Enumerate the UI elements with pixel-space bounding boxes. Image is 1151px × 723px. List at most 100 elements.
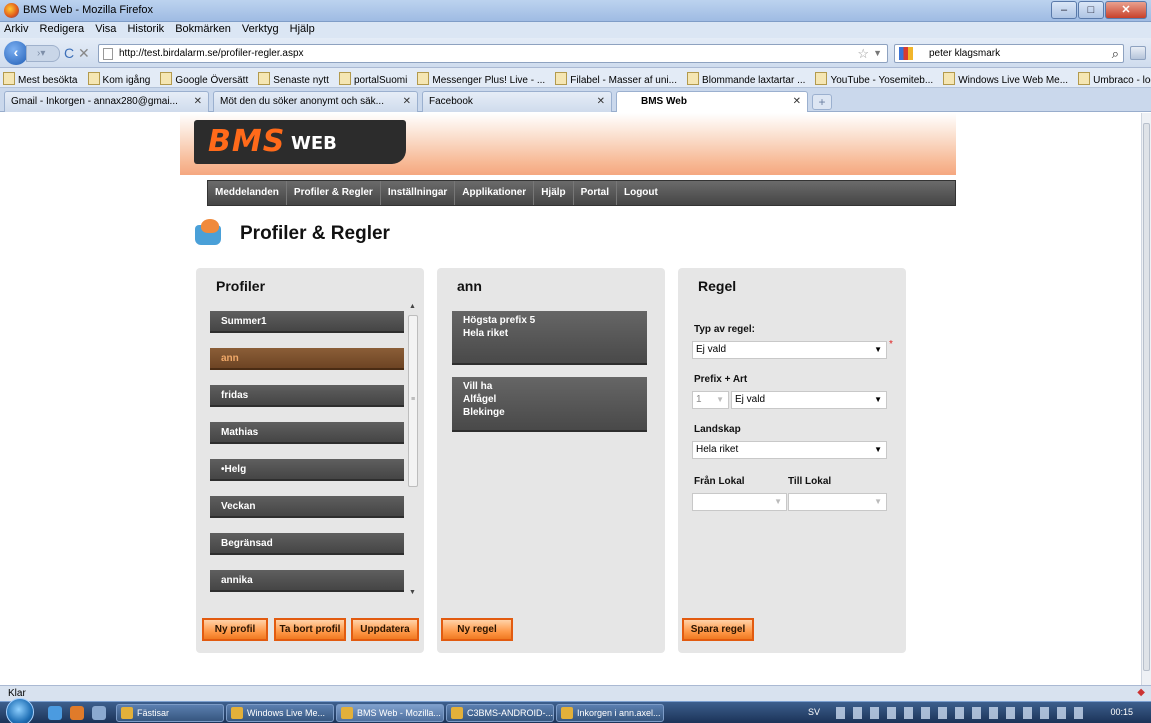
profile-item-summer1[interactable]: Summer1 bbox=[210, 311, 404, 333]
bookmark-item[interactable]: Google Översätt bbox=[157, 68, 252, 86]
nav-hjalp[interactable]: Hjälp bbox=[534, 181, 574, 205]
bookmark-item[interactable]: portalSuomi bbox=[336, 68, 411, 86]
taskbar-item[interactable]: Inkorgen i ann.axel... bbox=[556, 704, 664, 722]
rule-line: Alfågel bbox=[463, 394, 497, 405]
taskbar-item[interactable]: C3BMS-ANDROID-... bbox=[446, 704, 554, 722]
address-bar[interactable]: http://test.birdalarm.se/profiler-regler… bbox=[98, 44, 888, 63]
maximize-button[interactable]: □ bbox=[1078, 1, 1104, 19]
status-bar: Klar ◆ bbox=[0, 685, 1151, 701]
new-tab-button[interactable]: + bbox=[812, 94, 832, 110]
chevron-down-icon: ▼ bbox=[874, 345, 882, 354]
region-label: Landskap bbox=[694, 424, 741, 435]
close-tab-icon[interactable]: ✕ bbox=[403, 96, 411, 107]
bookmark-item[interactable]: Mest besökta bbox=[0, 68, 81, 86]
media-icon[interactable] bbox=[70, 706, 84, 720]
close-window-button[interactable]: ✕ bbox=[1105, 1, 1147, 19]
close-tab-icon[interactable]: ✕ bbox=[597, 96, 605, 107]
address-url[interactable]: http://test.birdalarm.se/profiler-regler… bbox=[119, 48, 304, 59]
nav-meddelanden[interactable]: Meddelanden bbox=[208, 181, 287, 205]
bookmark-item[interactable]: Filabel - Masser af uni... bbox=[552, 68, 681, 86]
toolbar-extension-icon[interactable] bbox=[1130, 46, 1146, 60]
bookmark-item[interactable]: Windows Live Web Me... bbox=[940, 68, 1072, 86]
scroll-down-icon[interactable]: ▼ bbox=[409, 589, 416, 596]
profile-item-fridas[interactable]: fridas bbox=[210, 385, 404, 407]
menu-bar: Arkiv Redigera Visa Historik Bokmärken V… bbox=[0, 22, 1151, 38]
to-location-select[interactable]: ▼ bbox=[788, 493, 887, 511]
back-button[interactable]: ‹ bbox=[4, 41, 28, 65]
desktop-icon[interactable] bbox=[92, 706, 106, 720]
update-profile-button[interactable]: Uppdatera bbox=[351, 618, 419, 641]
bookmark-item[interactable]: Senaste nytt bbox=[255, 68, 333, 86]
taskbar-item[interactable]: Fästisar bbox=[116, 704, 224, 722]
stop-icon[interactable]: ✕ bbox=[78, 46, 90, 60]
tab-facebook[interactable]: Facebook ✕ bbox=[422, 91, 612, 112]
menu-redigera[interactable]: Redigera bbox=[36, 22, 89, 35]
delete-profile-button[interactable]: Ta bort profil bbox=[274, 618, 346, 641]
site-logo[interactable]: BMS WEB bbox=[194, 120, 406, 164]
nav-logout[interactable]: Logout bbox=[617, 181, 665, 205]
language-indicator[interactable]: SV bbox=[808, 707, 820, 717]
taskbar-item[interactable]: BMS Web - Mozilla... bbox=[336, 704, 444, 722]
profile-item-begransad[interactable]: Begränsad bbox=[210, 533, 404, 555]
clock[interactable]: 00:15 bbox=[1110, 707, 1133, 717]
google-icon[interactable] bbox=[899, 47, 913, 60]
profile-item-mathias[interactable]: Mathias bbox=[210, 422, 404, 444]
species-select[interactable]: Ej vald ▼ bbox=[731, 391, 887, 409]
minimize-button[interactable]: – bbox=[1051, 1, 1077, 19]
region-select[interactable]: Hela riket ▼ bbox=[692, 441, 887, 459]
prefix-select[interactable]: 1 ▼ bbox=[692, 391, 729, 409]
menu-verktyg[interactable]: Verktyg bbox=[238, 22, 283, 35]
search-box[interactable]: peter klagsmark ⌕ bbox=[894, 44, 1124, 63]
start-button[interactable] bbox=[6, 698, 34, 723]
profile-item-veckan[interactable]: Veckan bbox=[210, 496, 404, 518]
bookmark-item[interactable]: Kom igång bbox=[85, 68, 155, 86]
nav-profiler-regler[interactable]: Profiler & Regler bbox=[287, 181, 381, 205]
menu-hjalp[interactable]: Hjälp bbox=[286, 22, 319, 35]
nav-installningar[interactable]: Inställningar bbox=[381, 181, 456, 205]
scroll-thumb[interactable] bbox=[1143, 123, 1150, 671]
scroll-thumb[interactable]: ≡ bbox=[408, 315, 418, 487]
tab-bms-web[interactable]: BMS Web ✕ bbox=[616, 91, 808, 112]
rule-item[interactable]: Vill ha Alfågel Blekinge bbox=[452, 377, 647, 432]
rule-item[interactable]: Högsta prefix 5 Hela riket bbox=[452, 311, 647, 365]
search-input[interactable]: peter klagsmark bbox=[929, 48, 1000, 59]
nav-portal[interactable]: Portal bbox=[574, 181, 617, 205]
profile-item-helg[interactable]: •Helg bbox=[210, 459, 404, 481]
from-location-select[interactable]: ▼ bbox=[692, 493, 787, 511]
taskbar-item[interactable]: Windows Live Me... bbox=[226, 704, 334, 722]
reload-icon[interactable]: C bbox=[64, 46, 74, 60]
tab-gmail[interactable]: Gmail - Inkorgen - annax280@gmai... ✕ bbox=[4, 91, 209, 112]
new-profile-button[interactable]: Ny profil bbox=[202, 618, 268, 641]
bookmark-item[interactable]: Umbraco - login bbox=[1075, 68, 1151, 86]
bookmark-item[interactable]: Blommande laxtartar ... bbox=[684, 68, 809, 86]
close-tab-icon[interactable]: ✕ bbox=[194, 96, 202, 107]
rule-type-select[interactable]: Ej vald ▼ bbox=[692, 341, 887, 359]
tray-icons[interactable] bbox=[836, 707, 1086, 719]
profile-item-annika[interactable]: annika bbox=[210, 570, 404, 592]
close-tab-icon[interactable]: ✕ bbox=[793, 96, 801, 107]
rule-type-value: Ej vald bbox=[696, 344, 727, 355]
bookmark-item[interactable]: YouTube - Yosemiteb... bbox=[812, 68, 937, 86]
menu-visa[interactable]: Visa bbox=[91, 22, 120, 35]
chevron-down-icon[interactable]: ▼ bbox=[873, 48, 882, 58]
forward-button[interactable]: ›▾ bbox=[26, 45, 60, 62]
save-rule-button[interactable]: Spara regel bbox=[682, 618, 754, 641]
navigation-toolbar: ‹ ›▾ C ✕ ⌂ http://test.birdalarm.se/prof… bbox=[0, 38, 1151, 68]
rule-line: Vill ha bbox=[463, 381, 493, 392]
scroll-up-icon[interactable]: ▲ bbox=[409, 303, 416, 310]
nav-applikationer[interactable]: Applikationer bbox=[455, 181, 535, 205]
ie-icon[interactable] bbox=[48, 706, 62, 720]
bookmark-item[interactable]: Messenger Plus! Live - ... bbox=[414, 68, 549, 86]
profile-item-ann[interactable]: ann bbox=[210, 348, 404, 370]
search-icon[interactable]: ⌕ bbox=[1112, 46, 1119, 62]
species-value: Ej vald bbox=[735, 394, 766, 405]
page-scrollbar[interactable] bbox=[1141, 113, 1151, 685]
menu-bokmarken[interactable]: Bokmärken bbox=[171, 22, 235, 35]
profile-list-scrollbar[interactable]: ▲ ≡ ▼ bbox=[406, 303, 420, 599]
menu-arkiv[interactable]: Arkiv bbox=[0, 22, 32, 35]
new-rule-button[interactable]: Ny regel bbox=[441, 618, 513, 641]
addon-status-icon[interactable]: ◆ bbox=[1137, 687, 1145, 698]
tab-dating[interactable]: Möt den du söker anonymt och säk... ✕ bbox=[213, 91, 418, 112]
menu-historik[interactable]: Historik bbox=[123, 22, 168, 35]
bookmark-star-icon[interactable]: ☆ bbox=[857, 46, 869, 62]
